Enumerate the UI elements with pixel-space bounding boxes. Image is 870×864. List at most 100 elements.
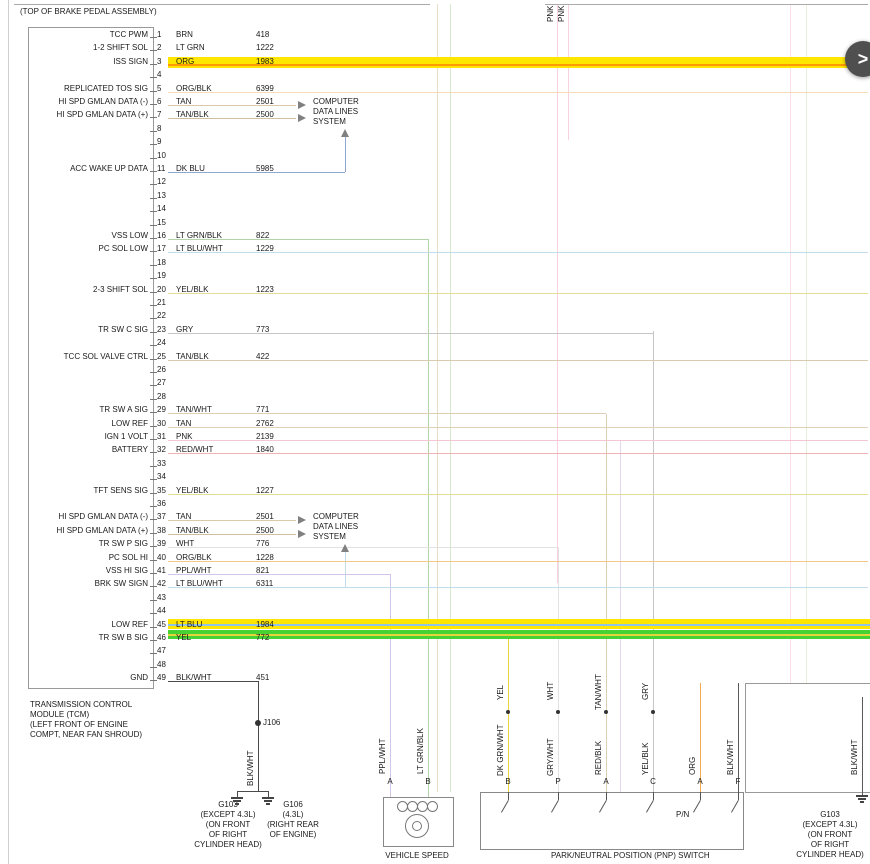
wire-segment [738, 683, 739, 792]
pin-tick [150, 452, 157, 453]
tcm-module-label: (LEFT FRONT OF ENGINE [30, 720, 128, 729]
tcm-module-label: TRANSMISSION CONTROL [30, 700, 132, 709]
pin-number: 36 [157, 499, 166, 508]
pin-number: 2 [157, 43, 161, 52]
ground-symbol [858, 798, 866, 800]
ground-g103-right-label: CYLINDER HEAD) [770, 850, 870, 859]
computer-data-lines-label: DATA LINES [313, 107, 358, 116]
wire-color-label: PPL/WHT [176, 566, 212, 575]
pin-tick [150, 305, 157, 306]
wire-color-vlabel: BLK/WHT [726, 727, 737, 775]
tcm-signal-label: REPLICATED TOS SIG [30, 84, 148, 93]
wire-circuit-label: 1229 [256, 244, 274, 253]
wire-segment [568, 4, 569, 140]
wire-color-label: LT GRN/BLK [176, 231, 222, 240]
tcm-signal-label: LOW REF [30, 620, 148, 629]
pin-number: 12 [157, 177, 166, 186]
pin-number: 7 [157, 110, 161, 119]
next-page-button[interactable]: > [845, 41, 870, 77]
pin-number: 19 [157, 271, 166, 280]
pin-tick [150, 265, 157, 266]
computer-data-lines-label: SYSTEM [313, 117, 346, 126]
wire-segment [437, 4, 438, 792]
wire-color-label: YEL/BLK [176, 285, 208, 294]
wire-segment[interactable] [168, 333, 653, 334]
pin-number: 8 [157, 124, 161, 133]
tcm-signal-label: TR SW P SIG [30, 539, 148, 548]
wire-color-vlabel: GRY/WHT [546, 726, 557, 776]
wire-circuit-label: 773 [256, 325, 269, 334]
wire-color-vlabel: BLK/WHT [850, 727, 861, 775]
wire-color-vlabel: BLK/WHT [246, 736, 257, 786]
ground-g106-label: OF ENGINE) [233, 830, 353, 839]
pin-tick [150, 385, 157, 386]
wire-circuit-label: 1222 [256, 43, 274, 52]
wire-circuit-label: 2139 [256, 432, 274, 441]
pin-tick [150, 332, 157, 333]
wiring-diagram-canvas: (TOP OF BRAKE PEDAL ASSEMBLY) > 1BRN4182… [0, 0, 870, 864]
wire-highlight-core[interactable] [168, 634, 870, 636]
wire-circuit-label: 2501 [256, 97, 274, 106]
pin-number: 5 [157, 84, 161, 93]
wire-color-label: RED/WHT [176, 445, 213, 454]
tcm-signal-label: HI SPD GMLAN DATA (+) [30, 110, 148, 119]
tcm-signal-label: TCC PWM [30, 30, 148, 39]
ground-symbol [235, 803, 239, 805]
switch-blade [738, 792, 739, 800]
pin-tick [150, 372, 157, 373]
wire-segment[interactable] [168, 413, 606, 414]
wire-segment[interactable] [168, 547, 558, 548]
wire-segment [390, 574, 391, 797]
ground-g103-right-label: G103 [770, 810, 870, 819]
wire-segment [345, 137, 346, 172]
tcm-signal-label: GND [30, 673, 148, 682]
ground-symbol [856, 795, 868, 797]
wire-circuit-label: 2762 [256, 419, 274, 428]
tcm-signal-label: TFT SENS SIG [30, 486, 148, 495]
switch-blade [606, 792, 607, 800]
tcm-module-label: MODULE (TCM) [30, 710, 89, 719]
pin-tick [150, 600, 157, 601]
pin-tick [150, 198, 157, 199]
pin-tick [150, 680, 157, 681]
wire-color-vlabel: DK GRN/WHT [496, 716, 507, 776]
wire-segment[interactable] [168, 360, 868, 361]
pin-number: 26 [157, 365, 166, 374]
wire-color-label: TAN [176, 97, 191, 106]
pin-tick [150, 144, 157, 145]
wire-color-label: TAN/BLK [176, 352, 209, 361]
pin-number: 30 [157, 419, 166, 428]
switch-blade [558, 792, 559, 800]
wire-color-vlabel: PNK [557, 0, 568, 22]
computer-data-lines-label: COMPUTER [313, 512, 359, 521]
pin-number: 3 [157, 57, 161, 66]
wire-circuit-label: 2500 [256, 110, 274, 119]
frame-line [8, 0, 9, 864]
flow-arrow [298, 530, 306, 538]
wire-color-vlabel: TAN/WHT [594, 660, 605, 710]
ground-g103-right-label: OF RIGHT [770, 840, 870, 849]
wire-segment [862, 697, 863, 795]
connector-pin-letter: A [600, 777, 612, 786]
pin-tick [150, 211, 157, 212]
pin-number: 9 [157, 137, 161, 146]
pin-tick [150, 399, 157, 400]
wire-circuit-label: 1840 [256, 445, 274, 454]
pin-number: 41 [157, 566, 166, 575]
tcm-module-label: COMPT, NEAR FAN SHROUD) [30, 730, 142, 739]
pin-number: 1 [157, 30, 161, 39]
pin-tick [150, 278, 157, 279]
wire-segment [700, 683, 701, 792]
connector-pin-letter: P [552, 777, 564, 786]
wire-circuit-label: 422 [256, 352, 269, 361]
pin-number: 38 [157, 526, 166, 535]
pin-tick [150, 238, 157, 239]
pin-number: 18 [157, 258, 166, 267]
flow-arrow [298, 516, 306, 524]
wire-circuit-label: 822 [256, 231, 269, 240]
switch-blade [653, 792, 654, 800]
ground-symbol [262, 797, 274, 799]
junction-dot [506, 710, 510, 714]
computer-data-lines-label: DATA LINES [313, 522, 358, 531]
wire-color-label: YEL/BLK [176, 486, 208, 495]
